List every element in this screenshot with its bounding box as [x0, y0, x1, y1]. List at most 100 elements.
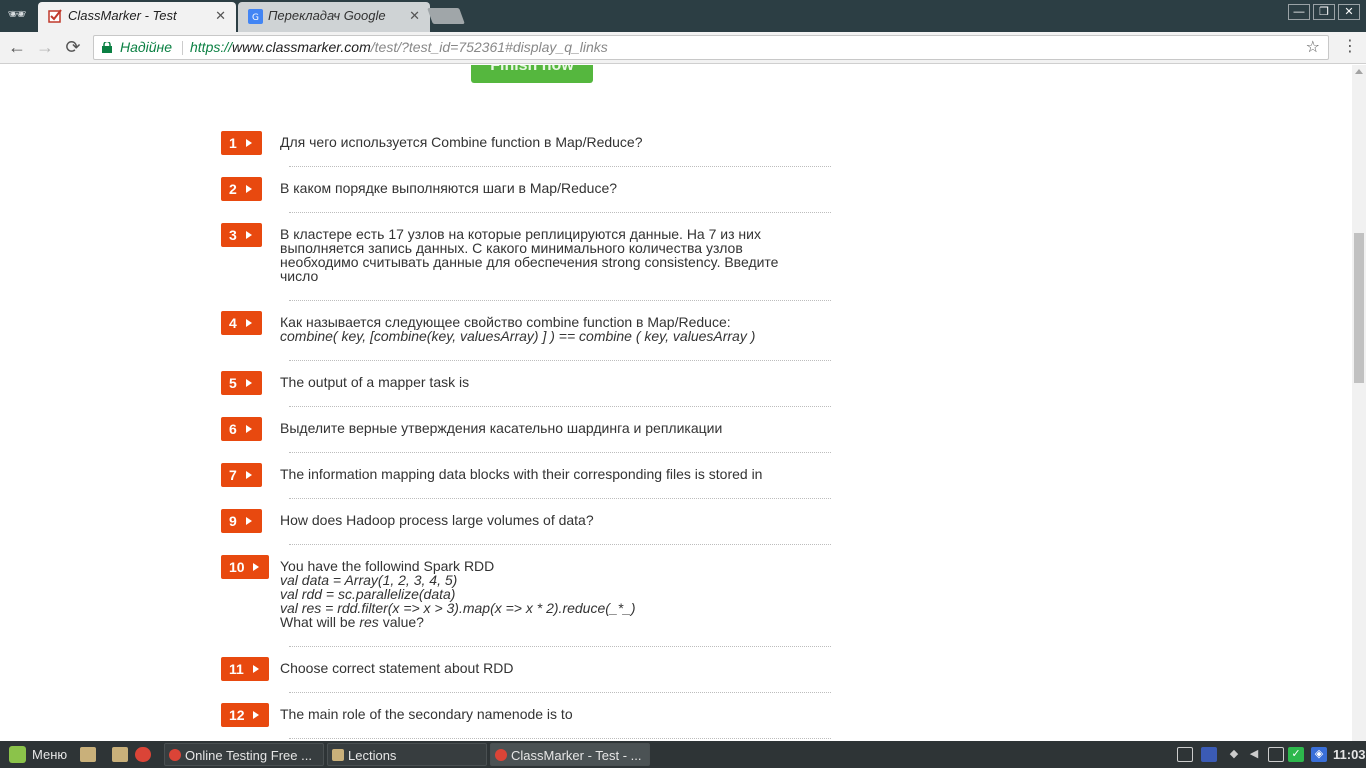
- question-text[interactable]: The main role of the secondary namenode …: [280, 703, 833, 721]
- play-arrow-icon: [246, 319, 252, 327]
- question-number: 10: [229, 559, 245, 575]
- question-text[interactable]: You have the followind Spark RDD val data…: [280, 555, 833, 629]
- lock-icon: [102, 42, 112, 53]
- tab-google-translate[interactable]: G Перекладач Google ✕: [238, 2, 430, 32]
- taskbar-window-lections[interactable]: Lections: [327, 743, 487, 766]
- close-tab-icon[interactable]: ✕: [409, 2, 420, 30]
- question-number: 5: [229, 375, 237, 391]
- question-row[interactable]: 6 Выделите верные утверждения касательно …: [221, 417, 833, 453]
- taskbar-window-classmarker[interactable]: ClassMarker - Test - ...: [490, 743, 650, 766]
- scroll-up-icon[interactable]: [1355, 69, 1363, 74]
- question-row[interactable]: 1 Для чего используется Combine function …: [221, 131, 833, 167]
- question-text[interactable]: Как называется следующее свойство combin…: [280, 311, 833, 343]
- question-line: val data = Array(1, 2, 3, 4, 5): [280, 572, 458, 588]
- question-row[interactable]: 2 В каком порядке выполняются шаги в Map/…: [221, 177, 833, 213]
- question-row[interactable]: 12 The main role of the secondary namenod…: [221, 703, 833, 739]
- question-row[interactable]: 9 How does Hadoop process large volumes o…: [221, 509, 833, 545]
- question-line: выполняется запись данных. С какого мини…: [280, 240, 743, 256]
- question-line: число: [280, 268, 319, 284]
- question-line: Выделите верные утверждения касательно ш…: [280, 420, 723, 436]
- question-number: 2: [229, 181, 237, 197]
- page-scrollbar[interactable]: [1352, 65, 1366, 741]
- question-line: The information mapping data blocks with…: [280, 466, 763, 482]
- question-text[interactable]: В каком порядке выполняются шаги в Map/R…: [280, 177, 833, 195]
- reload-button[interactable]: ⟳: [62, 36, 84, 58]
- question-row[interactable]: 7 The information mapping data blocks wit…: [221, 463, 833, 499]
- finish-now-button[interactable]: Finish now: [471, 65, 593, 83]
- wifi-icon[interactable]: ◆: [1226, 747, 1242, 762]
- question-line: combine( key, [combine(key, valuesArray)…: [280, 328, 756, 344]
- question-number-badge[interactable]: 11: [221, 657, 269, 681]
- display-icon[interactable]: [1177, 747, 1193, 762]
- question-text[interactable]: How does Hadoop process large volumes of…: [280, 509, 833, 527]
- mint-menu-icon[interactable]: [9, 746, 26, 763]
- question-number-badge[interactable]: 10: [221, 555, 269, 579]
- incognito-icon: 🕶: [7, 6, 27, 23]
- close-tab-icon[interactable]: ✕: [215, 2, 226, 30]
- question-number-badge[interactable]: 1: [221, 131, 262, 155]
- battery-icon[interactable]: [1268, 747, 1284, 762]
- question-row[interactable]: 11 Choose correct statement about RDD: [221, 657, 833, 693]
- question-row[interactable]: 10 You have the followind Spark RDD val da…: [221, 555, 833, 647]
- tab-title: Перекладач Google: [268, 8, 386, 23]
- question-number: 6: [229, 421, 237, 437]
- window-title: Online Testing Free ...: [185, 748, 312, 763]
- question-number-badge[interactable]: 4: [221, 311, 262, 335]
- os-taskbar: Меню Online Testing Free ... Lections Cl…: [0, 741, 1366, 768]
- taskbar-window-online-testing[interactable]: Online Testing Free ...: [164, 743, 324, 766]
- scrollbar-thumb[interactable]: [1354, 233, 1364, 383]
- us-flag-icon[interactable]: [1201, 747, 1217, 762]
- update-check-icon[interactable]: ✓: [1288, 747, 1304, 762]
- folder-launcher-icon[interactable]: [112, 747, 128, 762]
- play-arrow-icon: [246, 185, 252, 193]
- files-launcher-icon[interactable]: [80, 747, 96, 762]
- question-number-badge[interactable]: 6: [221, 417, 262, 441]
- question-line: How does Hadoop process large volumes of…: [280, 512, 594, 528]
- question-text[interactable]: Выделите верные утверждения касательно ш…: [280, 417, 833, 435]
- question-number-badge[interactable]: 9: [221, 509, 262, 533]
- window-title: ClassMarker - Test - ...: [511, 748, 642, 763]
- browser-titlebar: 🕶 ClassMarker - Test ✕ G Перекладач Goog…: [0, 0, 1366, 32]
- url-text[interactable]: https://www.classmarker.com/test/?test_i…: [190, 36, 608, 59]
- back-button[interactable]: ←: [6, 36, 28, 58]
- question-number-badge[interactable]: 5: [221, 371, 262, 395]
- question-number-badge[interactable]: 12: [221, 703, 269, 727]
- question-row[interactable]: 3 В кластере есть 17 узлов на которые реп…: [221, 223, 833, 301]
- question-text[interactable]: Choose correct statement about RDD: [280, 657, 833, 675]
- question-number-badge[interactable]: 7: [221, 463, 262, 487]
- question-text[interactable]: Для чего используется Combine function в…: [280, 131, 833, 149]
- question-list: 1 Для чего используется Combine function …: [221, 131, 833, 741]
- chrome-icon: [495, 749, 507, 761]
- question-text[interactable]: The information mapping data blocks with…: [280, 463, 833, 481]
- play-arrow-icon: [246, 231, 252, 239]
- url-scheme: https://: [190, 39, 233, 55]
- browser-menu-icon[interactable]: ⋮: [1342, 36, 1358, 58]
- question-line: val rdd = sc.parallelize(data): [280, 586, 456, 602]
- question-text[interactable]: The output of a mapper task is: [280, 371, 833, 389]
- security-label[interactable]: Надійне: [120, 36, 172, 59]
- close-window-button[interactable]: ✕: [1338, 4, 1360, 20]
- question-text[interactable]: В кластере есть 17 узлов на которые репл…: [280, 223, 833, 283]
- play-arrow-icon: [246, 379, 252, 387]
- tab-classmarker[interactable]: ClassMarker - Test ✕: [38, 2, 236, 32]
- restore-button[interactable]: ❐: [1313, 4, 1335, 20]
- url-host: www.classmarker.com: [232, 39, 371, 55]
- chrome-launcher-icon[interactable]: [135, 747, 151, 762]
- question-line: val res = rdd.filter(x => x > 3).map(x =…: [280, 600, 636, 616]
- forward-button[interactable]: →: [34, 36, 56, 58]
- page-viewport: Finish now 1 Для чего используется Combin…: [0, 65, 1352, 741]
- minimize-button[interactable]: —: [1288, 4, 1310, 20]
- question-number: 3: [229, 227, 237, 243]
- start-menu-label[interactable]: Меню: [32, 741, 67, 768]
- question-number-badge[interactable]: 3: [221, 223, 262, 247]
- question-row[interactable]: 4 Как называется следующее свойство combi…: [221, 311, 833, 361]
- question-row[interactable]: 5 The output of a mapper task is: [221, 371, 833, 407]
- play-arrow-icon: [246, 517, 252, 525]
- tab-title: ClassMarker - Test: [68, 8, 177, 23]
- bookmark-star-icon[interactable]: ☆: [1306, 36, 1320, 59]
- new-tab-button[interactable]: [427, 8, 465, 24]
- shield-icon[interactable]: ◈: [1311, 747, 1327, 762]
- question-number-badge[interactable]: 2: [221, 177, 262, 201]
- address-bar[interactable]: Надійне https://www.classmarker.com/test…: [93, 35, 1329, 60]
- volume-icon[interactable]: ◀: [1246, 747, 1262, 762]
